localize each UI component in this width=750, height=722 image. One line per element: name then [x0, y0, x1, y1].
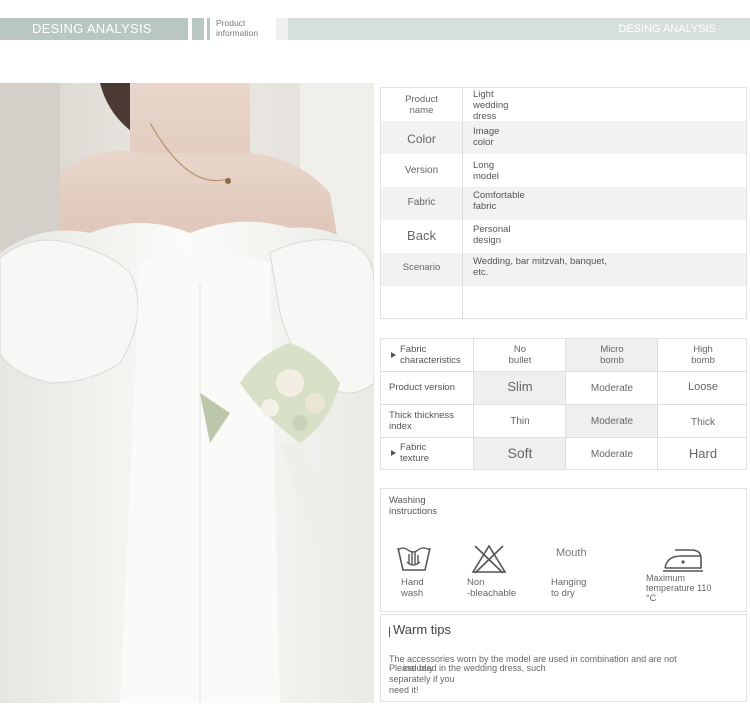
option-thick: Thick — [691, 417, 715, 428]
product-photo — [0, 83, 374, 703]
washing-instructions: Washing instructions Hand wash Non -blea… — [380, 488, 747, 612]
row-value-fabric: Comfortable fabric — [473, 190, 525, 212]
option-soft: Soft — [507, 445, 533, 461]
option-moderate: Moderate — [590, 449, 634, 460]
option-loose: Loose — [688, 381, 718, 393]
option-high-bomb: High bomb — [691, 344, 715, 366]
option-moderate: Moderate — [590, 416, 634, 427]
hanging-dry-caption: Hanging to dry — [551, 577, 587, 599]
hanging-dry-icon: Mouth — [556, 547, 587, 559]
row-value-color: Image color — [473, 126, 500, 148]
tips-line-2: included in the wedding dress, such Plea… — [389, 663, 559, 696]
char-label-fabric-texture: Fabric texture — [400, 442, 430, 464]
header-left-title: DESING ANALYSIS — [32, 21, 152, 36]
header-right-banner: DESING ANALYSIS — [288, 18, 750, 40]
row-divider — [381, 437, 746, 438]
header-divider-fade — [276, 18, 288, 40]
option-hard: Hard — [688, 446, 718, 461]
hand-wash-icon — [395, 540, 433, 577]
row-label-fabric: Fabric — [407, 197, 436, 208]
option-thin: Thin — [510, 416, 530, 427]
option-no-bullet: No bullet — [508, 344, 532, 366]
iron-caption: Maximum temperature 110 °C — [646, 573, 712, 603]
header-mid-label-1: Product — [216, 18, 246, 28]
no-bleach-caption: Non -bleachable — [467, 577, 517, 599]
tips-title: Warm tips — [393, 622, 452, 637]
row-value-back: Personal design — [473, 224, 511, 246]
row-value-product-name: Light wedding dress — [473, 89, 509, 122]
no-bleach-icon — [471, 544, 507, 579]
tips-line-2c: separately if you need it! — [389, 674, 455, 695]
tips-accent-bar — [389, 627, 390, 637]
row-value-scenario: Wedding, bar mitzvah, banquet, etc. — [473, 256, 607, 278]
hand-wash-caption: Hand wash — [401, 577, 424, 599]
table-row — [381, 286, 746, 318]
characteristics-table: Fabric characteristics No bullet Micro b… — [380, 338, 747, 470]
triangle-bullet-icon — [391, 352, 396, 358]
option-micro-bomb: Micro bomb — [600, 344, 624, 366]
header-mid-label-2: information — [216, 28, 259, 38]
option-moderate: Moderate — [590, 383, 634, 394]
row-label-color: Color — [407, 132, 436, 146]
char-label-product-version: Product version — [389, 382, 456, 393]
header-product-information: Product information — [216, 18, 276, 38]
header-divider — [192, 18, 204, 40]
tips-line-2b: Please buy — [389, 663, 434, 673]
row-divider — [381, 371, 746, 372]
product-info-table: Product name Light wedding dress Color I… — [380, 87, 747, 319]
row-label-version: Version — [404, 165, 439, 176]
header-left-banner: DESING ANALYSIS — [0, 18, 188, 40]
char-label-thickness-index: Thick thickness index — [389, 410, 454, 432]
row-label-product-name: Product name — [405, 94, 438, 116]
header-divider-thin — [207, 18, 210, 40]
row-value-version: Long model — [473, 160, 499, 182]
row-label-scenario: Scenario — [402, 262, 441, 273]
char-label-fabric-characteristics: Fabric characteristics — [400, 344, 461, 366]
triangle-bullet-icon — [391, 450, 396, 456]
warm-tips: Warm tips The accessories worn by the mo… — [380, 614, 747, 702]
header-right-title: DESING ANALYSIS — [618, 23, 716, 35]
option-slim: Slim — [507, 379, 533, 394]
row-label-back: Back — [407, 228, 436, 243]
washing-title: Washing instructions — [389, 495, 438, 517]
row-divider — [381, 404, 746, 405]
column-divider — [462, 88, 463, 318]
